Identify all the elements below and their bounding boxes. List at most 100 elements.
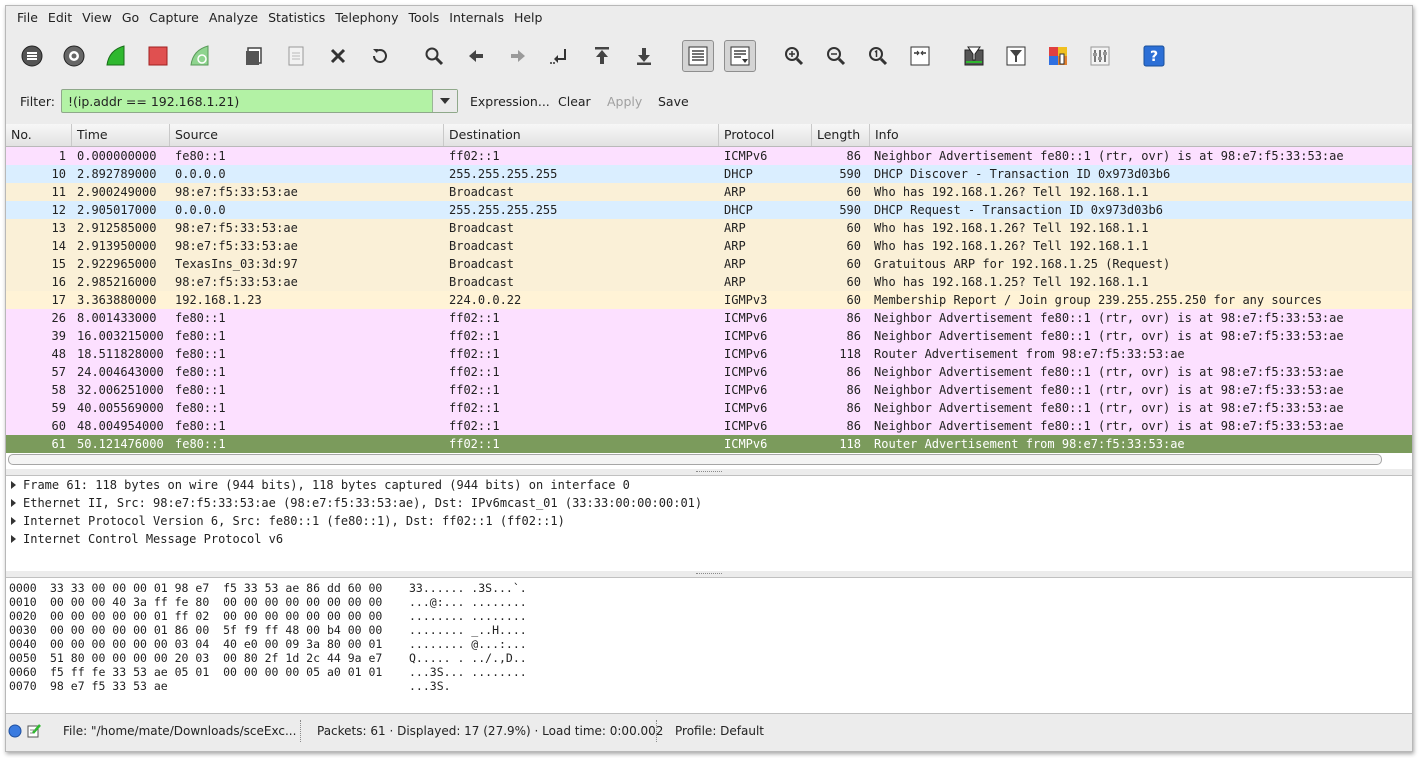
column-header-length[interactable]: Length xyxy=(812,124,870,146)
packet-row[interactable]: 1 0.000000000 fe80::1 ff02::1 ICMPv6 86 Neighb… xyxy=(6,147,1412,165)
expert-info-icon[interactable] xyxy=(8,724,22,738)
coloring-rules-button[interactable] xyxy=(1042,40,1074,72)
packet-row[interactable]: 13 2.912585000 98:e7:f5:33:53:ae Broadcast A… xyxy=(6,219,1412,237)
packet-row[interactable]: 15 2.922965000 TexasIns_03:3d:97 Broadcast A… xyxy=(6,255,1412,273)
hex-row[interactable]: 0030 00 00 00 00 00 01 86 00 5f f9 ff 48 … xyxy=(6,623,1412,637)
packet-info: Neighbor Advertisement fe80::1 (rtr, ovr… xyxy=(874,365,1344,379)
packet-time: 16.003215000 xyxy=(77,329,164,343)
close-file-button[interactable] xyxy=(322,40,354,72)
packet-row[interactable]: 60 48.004954000 fe80::1 ff02::1 ICMPv6 86 Neig… xyxy=(6,417,1412,435)
zoom-in-button[interactable] xyxy=(778,40,810,72)
save-filter-button[interactable]: Save xyxy=(658,94,689,109)
menu-go[interactable]: Go xyxy=(117,6,144,30)
menu-statistics[interactable]: Statistics xyxy=(263,6,330,30)
expand-arrow-icon[interactable] xyxy=(11,535,16,543)
hex-row[interactable]: 0000 33 33 00 00 00 01 98 e7 f5 33 53 ae … xyxy=(6,581,1412,595)
display-filter-input[interactable]: !(ip.addr == 192.168.1.21) xyxy=(61,89,458,113)
column-header-destination[interactable]: Destination xyxy=(444,124,719,146)
expand-arrow-icon[interactable] xyxy=(11,481,16,489)
packet-row[interactable]: 61 50.121476000 fe80::1 ff02::1 ICMPv6 118 Rou… xyxy=(6,435,1412,453)
last-packet-button[interactable] xyxy=(628,40,660,72)
reload-button[interactable] xyxy=(364,40,396,72)
expression-button[interactable]: Expression... xyxy=(470,94,550,109)
status-profile[interactable]: Profile: Default xyxy=(675,724,764,738)
find-packet-button[interactable] xyxy=(418,40,450,72)
hex-row[interactable]: 0020 00 00 00 00 00 01 ff 02 00 00 00 00 … xyxy=(6,609,1412,623)
detail-row-frame[interactable]: Frame 61: 118 bytes on wire (944 bits), … xyxy=(6,476,1412,494)
capture-filters-button[interactable] xyxy=(958,40,990,72)
detail-row-ipv6[interactable]: Internet Protocol Version 6, Src: fe80::… xyxy=(6,512,1412,530)
packet-row[interactable]: 17 3.363880000 192.168.1.23 224.0.0.22 IGMPv… xyxy=(6,291,1412,309)
menu-capture[interactable]: Capture xyxy=(144,6,204,30)
menu-telephony[interactable]: Telephony xyxy=(330,6,403,30)
menu-file[interactable]: File xyxy=(12,6,43,30)
packet-row[interactable]: 58 32.006251000 fe80::1 ff02::1 ICMPv6 86 Neig… xyxy=(6,381,1412,399)
packet-time: 32.006251000 xyxy=(77,383,164,397)
packet-row[interactable]: 14 2.913950000 98:e7:f5:33:53:ae Broadcast A… xyxy=(6,237,1412,255)
comment-edit-icon[interactable] xyxy=(26,723,42,739)
column-header-protocol[interactable]: Protocol xyxy=(719,124,812,146)
menu-analyze[interactable]: Analyze xyxy=(204,6,263,30)
packet-destination: Broadcast xyxy=(449,221,515,235)
packet-row[interactable]: 26 8.001433000 fe80::1 ff02::1 ICMPv6 86 Neigh… xyxy=(6,309,1412,327)
packet-row[interactable]: 12 2.905017000 0.0.0.0 255.255.255.255 DHCP 5… xyxy=(6,201,1412,219)
packet-row[interactable]: 10 2.892789000 0.0.0.0 255.255.255.255 DHCP 5… xyxy=(6,165,1412,183)
open-file-button[interactable] xyxy=(238,40,270,72)
auto-scroll-button[interactable] xyxy=(724,40,756,72)
capture-options-button[interactable] xyxy=(58,40,90,72)
horizontal-scrollbar[interactable] xyxy=(8,454,1382,465)
zoom-out-button[interactable] xyxy=(820,40,852,72)
packet-row[interactable]: 16 2.985216000 98:e7:f5:33:53:ae Broadcast A… xyxy=(6,273,1412,291)
packet-time: 2.892789000 xyxy=(77,167,157,181)
column-header-info[interactable]: Info xyxy=(870,124,1412,146)
packet-info: Neighbor Advertisement fe80::1 (rtr, ovr… xyxy=(874,401,1344,415)
expand-arrow-icon[interactable] xyxy=(11,499,16,507)
menu-view[interactable]: View xyxy=(77,6,117,30)
hex-row[interactable]: 0050 51 80 00 00 00 00 20 03 00 80 2f 1d … xyxy=(6,651,1412,665)
preferences-button[interactable] xyxy=(1084,40,1116,72)
column-header-time[interactable]: Time xyxy=(72,124,170,146)
display-filter-value[interactable]: !(ip.addr == 192.168.1.21) xyxy=(68,94,239,109)
help-button[interactable]: ? xyxy=(1138,40,1170,72)
menu-tools[interactable]: Tools xyxy=(403,6,444,30)
first-packet-button[interactable] xyxy=(586,40,618,72)
hex-row[interactable]: 0060 f5 ff fe 33 53 ae 05 01 00 00 00 00 … xyxy=(6,665,1412,679)
normal-size-button[interactable] xyxy=(862,40,894,72)
save-file-button[interactable] xyxy=(280,40,312,72)
restart-capture-button[interactable] xyxy=(184,40,216,72)
packet-row[interactable]: 59 40.005569000 fe80::1 ff02::1 ICMPv6 86 Neig… xyxy=(6,399,1412,417)
menu-internals[interactable]: Internals xyxy=(444,6,509,30)
packet-time: 2.985216000 xyxy=(77,275,157,289)
expand-arrow-icon[interactable] xyxy=(11,517,16,525)
packet-length: 86 xyxy=(846,365,861,379)
go-forward-button[interactable] xyxy=(502,40,534,72)
packet-row[interactable]: 57 24.004643000 fe80::1 ff02::1 ICMPv6 86 Neig… xyxy=(6,363,1412,381)
packet-row[interactable]: 11 2.900249000 98:e7:f5:33:53:ae Broadcast A… xyxy=(6,183,1412,201)
go-to-packet-button[interactable] xyxy=(544,40,576,72)
hex-row[interactable]: 0070 98 e7 f5 33 53 ae ...3S. xyxy=(6,679,1412,693)
filter-history-dropdown[interactable] xyxy=(432,90,457,112)
menu-help[interactable]: Help xyxy=(509,6,548,30)
hex-row[interactable]: 0040 00 00 00 00 00 00 03 04 40 e0 00 09 … xyxy=(6,637,1412,651)
reload-icon xyxy=(373,49,387,63)
colorize-button[interactable] xyxy=(682,40,714,72)
stop-capture-button[interactable] xyxy=(142,40,174,72)
list-interfaces-button[interactable] xyxy=(16,40,48,72)
packet-row[interactable]: 39 16.003215000 fe80::1 ff02::1 ICMPv6 86 Neig… xyxy=(6,327,1412,345)
hex-row[interactable]: 0010 00 00 00 40 3a ff fe 80 00 00 00 00 … xyxy=(6,595,1412,609)
start-capture-button[interactable] xyxy=(100,40,132,72)
detail-row-icmpv6[interactable]: Internet Control Message Protocol v6 xyxy=(6,530,1412,548)
apply-button[interactable]: Apply xyxy=(607,94,642,109)
menu-edit[interactable]: Edit xyxy=(43,6,77,30)
go-back-button[interactable] xyxy=(460,40,492,72)
resize-columns-button[interactable] xyxy=(904,40,936,72)
packet-info: Who has 192.168.1.26? Tell 192.168.1.1 xyxy=(874,185,1149,199)
packet-row[interactable]: 48 18.511828000 fe80::1 ff02::1 ICMPv6 118 Rou… xyxy=(6,345,1412,363)
display-filters-button[interactable] xyxy=(1000,40,1032,72)
clear-button[interactable]: Clear xyxy=(558,94,591,109)
column-header-source[interactable]: Source xyxy=(170,124,444,146)
column-header-no[interactable]: No. xyxy=(6,124,72,146)
detail-row-ethernet[interactable]: Ethernet II, Src: 98:e7:f5:33:53:ae (98:… xyxy=(6,494,1412,512)
packet-protocol: DHCP xyxy=(724,203,753,217)
packet-info: Neighbor Advertisement fe80::1 (rtr, ovr… xyxy=(874,149,1344,163)
